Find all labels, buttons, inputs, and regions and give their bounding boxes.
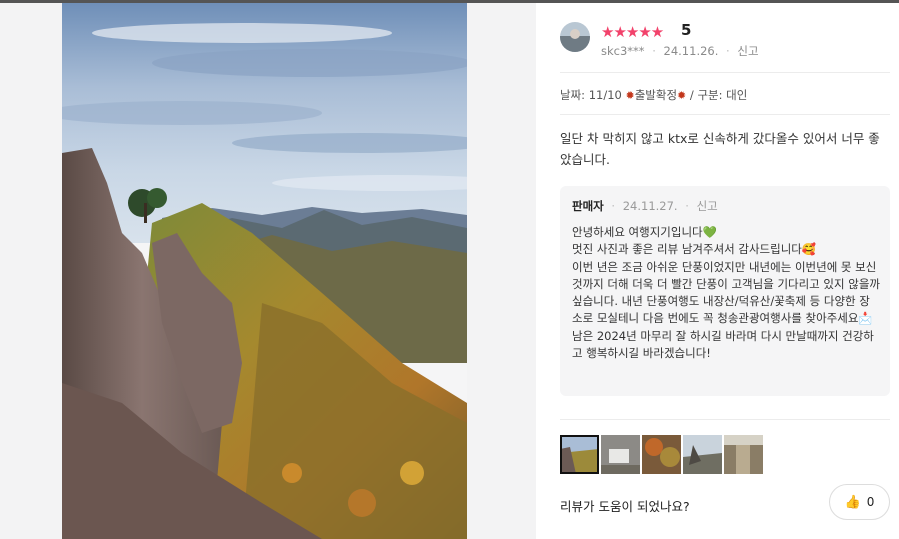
info-date: 날짜: 11/10: [560, 88, 622, 102]
reply-line: 이번 년은 조금 아쉬운 단풍이었지만 내년에는 이번년에 못 보신 것까지 더…: [572, 259, 880, 326]
reply-body: 안녕하세요 여행지기입니다💚 멋진 사진과 좋은 리뷰 남겨주셔서 감사드립니다…: [572, 224, 880, 362]
review-date: 24.11.26.: [663, 44, 719, 58]
info-type: / 구분: 대인: [689, 88, 748, 102]
meta-separator: ·: [611, 199, 616, 213]
thumbnail-3[interactable]: [642, 435, 681, 474]
thumbnail-image: [683, 435, 722, 474]
review-meta: skc3*** · 24.11.26. · 신고: [601, 43, 759, 59]
review-content: 일단 차 막히지 않고 ktx로 신속하게 갔다올수 있어서 너무 좋았습니다.: [560, 131, 880, 167]
like-count: 0: [866, 495, 875, 509]
thumbnail-4[interactable]: [683, 435, 722, 474]
reply-header: 판매자 · 24.11.27. · 신고: [572, 198, 880, 214]
seller-reply: 판매자 · 24.11.27. · 신고 안녕하세요 여행지기입니다💚 멋진 사…: [560, 186, 890, 396]
review-photo-main[interactable]: [62, 3, 467, 539]
seller-label: 판매자: [572, 199, 604, 213]
like-button[interactable]: 👍 0: [829, 484, 890, 520]
thumbnail-image: [642, 435, 681, 474]
thumbnail-image: [724, 435, 763, 474]
thumbnail-image: [560, 435, 599, 474]
thumbnail-5[interactable]: [724, 435, 763, 474]
review-panel: ★★★★★ 5 skc3*** · 24.11.26. · 신고 날짜: 11/…: [536, 3, 899, 539]
photo-thumbnails: [560, 435, 763, 474]
user-id: skc3***: [601, 44, 645, 58]
thumbs-up-icon: 👍: [844, 494, 861, 510]
helpful-question: 리뷰가 도움이 되었나요?: [560, 499, 690, 514]
divider: [560, 72, 890, 73]
avatar[interactable]: [560, 22, 590, 52]
meta-separator: ·: [726, 44, 730, 58]
meta-separator: ·: [685, 199, 689, 213]
thumbnail-1[interactable]: [560, 435, 599, 474]
meta-separator: ·: [652, 44, 656, 58]
report-link[interactable]: 신고: [737, 44, 758, 58]
reply-line: 남은 2024년 마무리 잘 하시길 바라며 다시 만날때까지 건강하고 행복하…: [572, 328, 874, 361]
reply-report-link[interactable]: 신고: [697, 199, 718, 213]
middle-gutter: [467, 3, 536, 539]
info-status: 출발확정: [634, 88, 678, 102]
avatar-image: [560, 22, 590, 52]
left-gutter: [0, 3, 62, 539]
reply-line: 멋진 사진과 좋은 리뷰 남겨주셔서 감사드립니다🥰: [572, 242, 817, 257]
rating-stars: ★★★★★: [601, 23, 664, 41]
maple-leaf-icon: ✹: [625, 89, 635, 102]
reply-date: 24.11.27.: [622, 199, 678, 213]
thumbnail-image: [601, 435, 640, 474]
maple-leaf-icon: ✹: [677, 89, 687, 102]
divider: [560, 419, 890, 420]
mountain-photo: [62, 3, 467, 539]
rating-value: 5: [681, 21, 692, 39]
divider: [560, 114, 890, 115]
review-info: 날짜: 11/10 ✹출발확정✹ / 구분: 대인: [560, 87, 747, 103]
reply-line: 안녕하세요 여행지기입니다💚: [572, 225, 717, 239]
thumbnail-2[interactable]: [601, 435, 640, 474]
